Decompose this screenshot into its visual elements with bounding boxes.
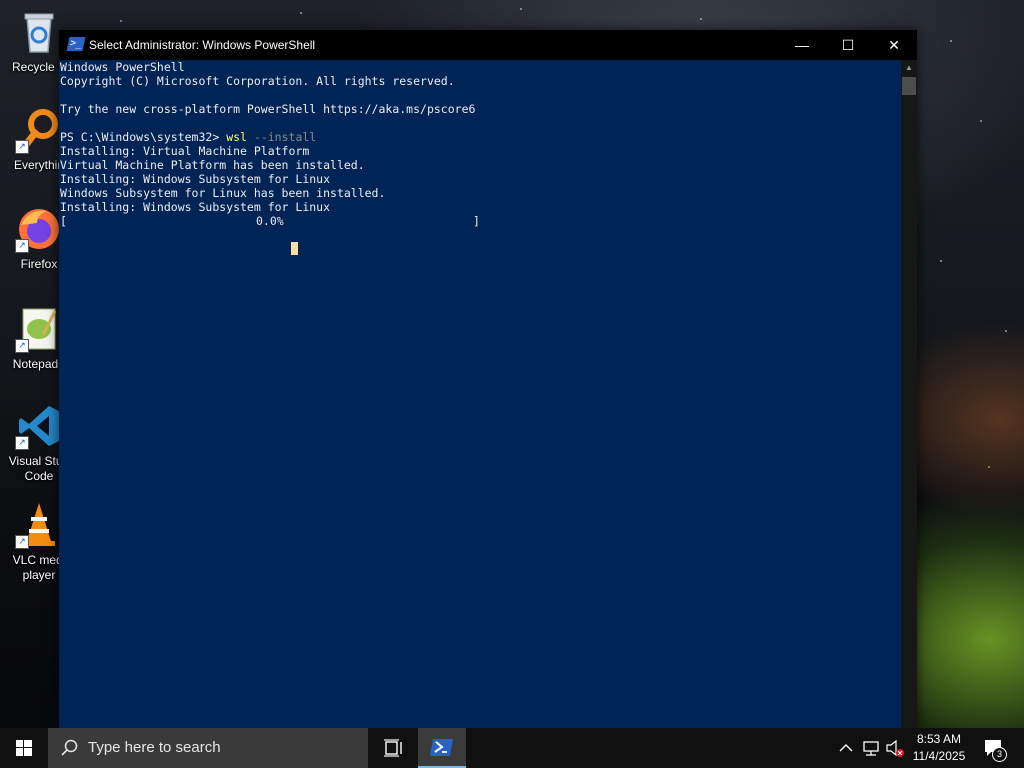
volume-tray-button[interactable] (884, 728, 906, 768)
star (988, 466, 990, 468)
star (940, 260, 942, 262)
show-hidden-icons-button[interactable] (836, 728, 856, 768)
search-placeholder: Type here to search (88, 739, 221, 756)
vlc-cone-icon: ↗ (15, 501, 63, 549)
console-parameter: --install (253, 130, 317, 144)
powershell-icon: >_ (66, 37, 86, 51)
minimize-button[interactable]: — (779, 30, 825, 60)
chevron-up-icon (839, 744, 853, 752)
console-line: Virtual Machine Platform has been instal… (60, 158, 365, 172)
star (980, 120, 982, 122)
task-view-icon (384, 739, 402, 757)
maximize-button[interactable]: ☐ (825, 30, 871, 60)
recycle-bin-icon (15, 8, 63, 56)
console-line: Windows PowerShell (60, 60, 185, 74)
progress-percent: 0.0% (256, 214, 284, 228)
taskbar: Type here to search 8:53 AM 11/4/2025 3 (0, 728, 1024, 768)
console-output[interactable]: Windows PowerShell Copyright (C) Microso… (59, 60, 901, 728)
desktop: Recycle B ↗ Everythin ↗ Firefox ↗ Notepa… (0, 0, 1024, 768)
star (1005, 330, 1007, 332)
notepad-plus-plus-icon: ↗ (15, 305, 63, 353)
star (120, 20, 122, 22)
shortcut-arrow-icon: ↗ (15, 239, 29, 253)
console-line: Installing: Windows Subsystem for Linux (60, 200, 331, 214)
console-line: Try the new cross-platform PowerShell ht… (60, 102, 476, 116)
notification-count-badge: 3 (992, 747, 1007, 762)
magnifier-icon: ↗ (15, 106, 63, 154)
task-view-button[interactable] (370, 728, 416, 768)
console-prompt: PS C:\Windows\system32> (60, 130, 220, 144)
network-tray-button[interactable] (860, 728, 882, 768)
close-button[interactable]: ✕ (871, 30, 917, 60)
windows-logo-icon (16, 740, 32, 756)
taskbar-powershell-button[interactable] (418, 728, 466, 768)
console-line: Windows Subsystem for Linux has been ins… (60, 186, 386, 200)
progress-bar-close: ] (473, 214, 480, 228)
shortcut-arrow-icon: ↗ (15, 339, 29, 353)
start-button[interactable] (0, 728, 48, 768)
scroll-up-arrow-icon[interactable]: ▲ (901, 60, 917, 76)
console-line: Installing: Windows Subsystem for Linux (60, 172, 331, 186)
scrollbar-thumb[interactable] (902, 77, 916, 95)
clock-date: 11/4/2025 (912, 749, 966, 763)
clock-time: 8:53 AM (916, 732, 962, 746)
star (520, 8, 522, 10)
search-icon (61, 739, 78, 756)
taskbar-search-box[interactable]: Type here to search (48, 728, 368, 768)
speaker-muted-icon (886, 739, 904, 757)
taskbar-clock[interactable]: 8:53 AM 11/4/2025 (906, 731, 972, 765)
vscode-icon: ↗ (15, 402, 63, 450)
network-icon (863, 741, 879, 756)
star (950, 40, 952, 42)
text-cursor (291, 242, 298, 255)
firefox-icon: ↗ (15, 205, 63, 253)
star (300, 12, 302, 14)
shortcut-arrow-icon: ↗ (15, 140, 29, 154)
vertical-scrollbar[interactable]: ▲ (901, 60, 917, 728)
window-titlebar[interactable]: >_ Select Administrator: Windows PowerSh… (59, 30, 917, 60)
progress-bar-open: [ (60, 214, 67, 228)
console-line: Installing: Virtual Machine Platform (60, 144, 310, 158)
console-line: Copyright (C) Microsoft Corporation. All… (60, 74, 455, 88)
star (700, 18, 702, 20)
powershell-window[interactable]: >_ Select Administrator: Windows PowerSh… (59, 30, 917, 728)
powershell-icon (430, 739, 453, 756)
shortcut-arrow-icon: ↗ (15, 436, 29, 450)
shortcut-arrow-icon: ↗ (15, 535, 29, 549)
console-prompt-line: PS C:\Windows\system32> wsl --install (60, 130, 316, 144)
console-command: wsl (226, 130, 247, 144)
window-title: Select Administrator: Windows PowerShell (89, 38, 316, 52)
